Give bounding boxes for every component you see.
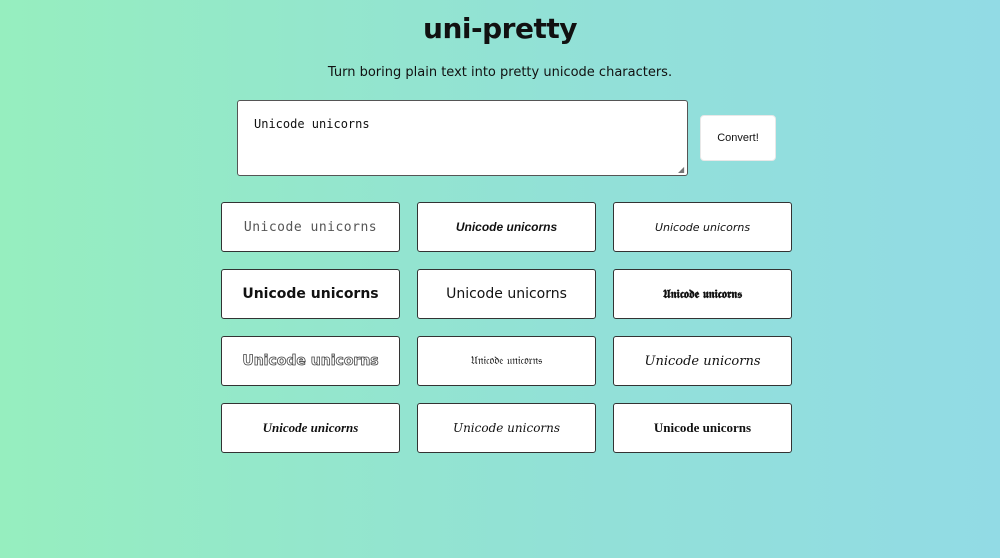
- result-card-monospace[interactable]: Unicode unicorns: [221, 202, 400, 252]
- result-card-serif-bold[interactable]: Unicode unicorns: [613, 403, 792, 453]
- result-card-serif-bold-italic[interactable]: Unicode unicorns: [221, 403, 400, 453]
- results-grid: Unicode unicorns Unicode unicorns Unicod…: [221, 202, 792, 453]
- resize-handle-icon[interactable]: ◢: [678, 166, 686, 174]
- result-card-sans-bold[interactable]: Unicode unicorns: [221, 269, 400, 319]
- result-card-sans-italic[interactable]: Unicode unicorns: [613, 202, 792, 252]
- page-title: uni-pretty: [423, 12, 577, 45]
- convert-button[interactable]: Convert!: [700, 115, 776, 161]
- page-subtitle: Turn boring plain text into pretty unico…: [327, 65, 673, 80]
- result-card-fraktur[interactable]: 𝔘𝔫𝔦𝔠𝔬𝔡𝔢 𝔲𝔫𝔦𝔠𝔬𝔯𝔫𝔰: [417, 336, 596, 386]
- result-card-serif-italic[interactable]: Unicode unicorns: [417, 403, 596, 453]
- result-card-script[interactable]: Unicode unicorns: [613, 336, 792, 386]
- result-card-double-struck[interactable]: Unicode unicorns: [221, 336, 400, 386]
- result-card-sans[interactable]: Unicode unicorns: [417, 269, 596, 319]
- result-card-sans-bold-italic[interactable]: Unicode unicorns: [417, 202, 596, 252]
- result-card-fraktur-bold[interactable]: 𝖀𝖓𝖎𝖈𝖔𝖉𝖊 𝖚𝖓𝖎𝖈𝖔𝖗𝖓𝖘: [613, 269, 792, 319]
- text-input[interactable]: Unicode unicorns: [237, 100, 688, 176]
